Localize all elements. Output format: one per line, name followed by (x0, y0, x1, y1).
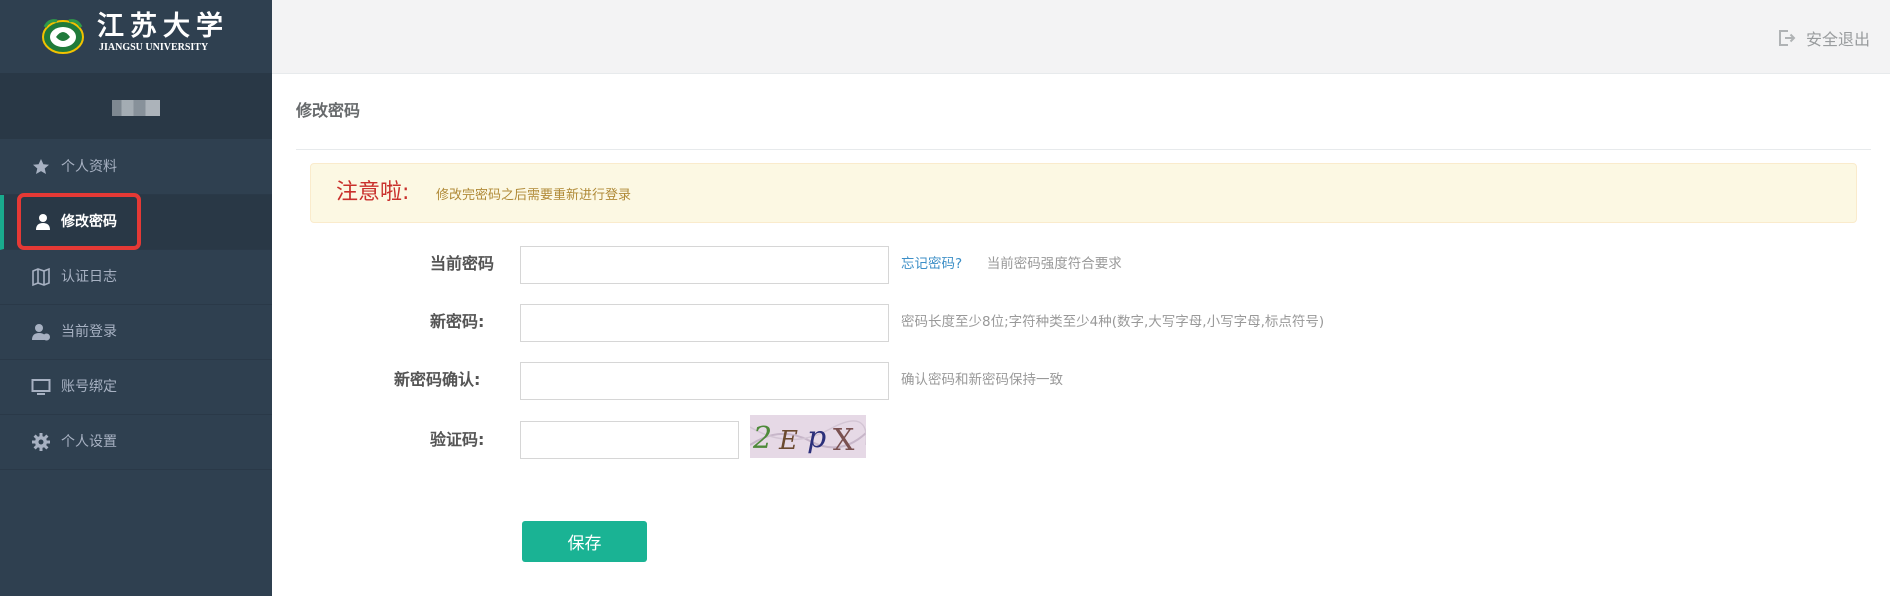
captcha-input[interactable] (520, 421, 739, 459)
sidebar-item-auth-log[interactable]: 认证日志 (0, 250, 272, 305)
captcha-char: p (807, 420, 826, 455)
warning-alert: 注意啦: 修改完密码之后需要重新进行登录 (310, 163, 1857, 223)
title-divider (296, 149, 1871, 150)
sidebar-item-label: 个人资料 (61, 159, 117, 175)
logout-label: 安全退出 (1805, 30, 1870, 49)
brand-name-en: JIANGSU UNIVERSITY (99, 42, 209, 53)
map-icon (32, 267, 50, 287)
save-button[interactable]: 保存 (522, 521, 647, 562)
alert-message: 修改完密码之后需要重新进行登录 (436, 188, 632, 203)
forgot-password-link[interactable]: 忘记密码? (901, 256, 962, 272)
captcha-char: X (833, 423, 855, 458)
current-password-hint: 当前密码强度符合要求 (986, 256, 1122, 272)
current-password-label: 当前密码 (430, 254, 495, 273)
captcha-image[interactable]: 2 E p X (750, 415, 866, 458)
sidebar-item-label: 账号绑定 (61, 379, 117, 395)
sidebar-item-current-login[interactable]: 当前登录 (0, 305, 272, 360)
captcha-label: 验证码: (430, 430, 485, 449)
avatar (112, 100, 160, 116)
user-check-icon (32, 324, 50, 341)
confirm-password-hint: 确认密码和新密码保持一致 (901, 372, 1063, 388)
star-icon (33, 159, 49, 174)
sidebar-item-account-binding[interactable]: 账号绑定 (0, 360, 272, 415)
gear-icon (32, 433, 50, 451)
confirm-password-label: 新密码确认: (394, 370, 481, 389)
sidebar-item-label: 个人设置 (61, 434, 117, 450)
sidebar-nav: 个人资料 修改密码 认证日志 当前登录 账号绑定 个人设置 (0, 140, 272, 470)
logo-bar: 江苏大学 JIANGSU UNIVERSITY (0, 0, 272, 73)
monitor-icon (31, 379, 51, 395)
university-emblem-icon (42, 19, 84, 54)
sidebar-item-label: 当前登录 (61, 324, 117, 340)
sidebar-item-label: 认证日志 (61, 269, 117, 285)
top-bar: 安全退出 (272, 0, 1890, 74)
sidebar: 江苏大学 JIANGSU UNIVERSITY 个人资料 修改密码 认证日志 当… (0, 0, 272, 596)
new-password-input[interactable] (520, 304, 889, 342)
user-icon (36, 214, 50, 230)
sidebar-item-profile[interactable]: 个人资料 (0, 140, 272, 195)
sidebar-item-label: 修改密码 (61, 214, 117, 230)
sidebar-item-change-password[interactable]: 修改密码 (0, 195, 272, 250)
logout-button[interactable]: 安全退出 (1778, 26, 1870, 50)
alert-title: 注意啦: (336, 180, 410, 205)
brand-name-cn: 江苏大学 (97, 11, 229, 42)
sidebar-item-settings[interactable]: 个人设置 (0, 415, 272, 470)
captcha-char: E (778, 426, 798, 456)
new-password-label: 新密码: (430, 312, 485, 331)
current-password-input[interactable] (520, 246, 889, 284)
current-password-hint-row: 忘记密码? 当前密码强度符合要求 (901, 255, 1122, 273)
page-title: 修改密码 (296, 101, 361, 120)
captcha-char: 2 (752, 421, 772, 456)
sign-out-icon (1778, 30, 1796, 46)
confirm-password-input[interactable] (520, 362, 889, 400)
new-password-hint: 密码长度至少8位;字符种类至少4种(数字,大写字母,小写字母,标点符号) (901, 314, 1325, 330)
